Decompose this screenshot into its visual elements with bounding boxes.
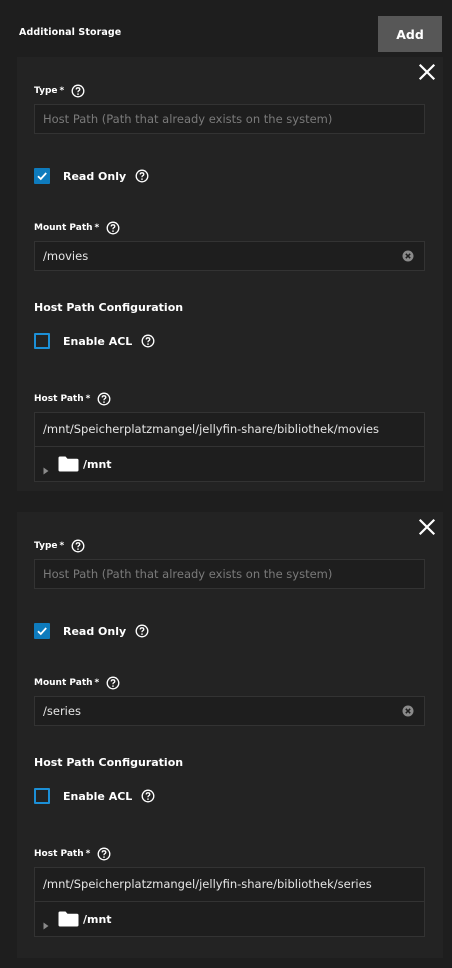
- host-path-config-heading: Host Path Configuration: [34, 756, 184, 769]
- help-icon[interactable]: [97, 392, 111, 406]
- close-icon[interactable]: [417, 62, 437, 82]
- enable-acl-checkbox[interactable]: Enable ACL: [34, 333, 155, 349]
- mount-path-label-row: Mount Path *: [34, 221, 120, 235]
- mount-path-input[interactable]: /series: [34, 696, 425, 726]
- help-icon[interactable]: [141, 789, 155, 803]
- required-marker: *: [59, 541, 65, 551]
- check-icon: [37, 627, 47, 636]
- help-icon[interactable]: [97, 847, 111, 861]
- help-icon[interactable]: [71, 539, 85, 553]
- help-icon[interactable]: [135, 624, 149, 638]
- enable-acl-label: Enable ACL: [63, 789, 133, 803]
- type-label: Type: [34, 86, 58, 96]
- help-icon[interactable]: [106, 676, 120, 690]
- host-path-label-row: Host Path *: [34, 392, 111, 406]
- read-only-checkbox[interactable]: Read Only: [34, 168, 149, 184]
- required-marker: *: [85, 394, 91, 404]
- help-icon[interactable]: [135, 169, 149, 183]
- section-title: Additional Storage: [19, 27, 122, 38]
- clear-icon[interactable]: [402, 250, 414, 262]
- host-path-label: Host Path: [34, 394, 84, 404]
- required-marker: *: [59, 86, 65, 96]
- checkbox-checked[interactable]: [34, 168, 50, 184]
- triangle-right-icon[interactable]: [42, 915, 50, 930]
- checkbox-checked[interactable]: [34, 623, 50, 639]
- help-icon[interactable]: [71, 84, 85, 98]
- tree-node-label: /mnt: [83, 457, 112, 471]
- folder-icon: [58, 456, 79, 472]
- mount-path-label: Mount Path: [34, 223, 93, 233]
- check-icon: [37, 172, 47, 181]
- read-only-checkbox[interactable]: Read Only: [34, 623, 149, 639]
- help-icon[interactable]: [106, 221, 120, 235]
- mount-path-input[interactable]: /movies: [34, 241, 425, 271]
- read-only-label: Read Only: [63, 169, 127, 183]
- required-marker: *: [94, 223, 100, 233]
- host-path-explorer: /mnt/Speicherplatzmangel/jellyfin-share/…: [34, 867, 425, 937]
- tree-node-mnt[interactable]: /mnt: [35, 447, 424, 481]
- read-only-label: Read Only: [63, 624, 127, 638]
- triangle-right-icon[interactable]: [42, 460, 50, 475]
- required-marker: *: [85, 849, 91, 859]
- required-marker: *: [94, 678, 100, 688]
- storage-card: Type * Host Path (Path that already exis…: [17, 512, 443, 958]
- mount-path-value: /movies: [43, 249, 89, 263]
- tree-node-mnt[interactable]: /mnt: [35, 902, 424, 936]
- mount-path-label: Mount Path: [34, 678, 93, 688]
- checkbox-unchecked[interactable]: [34, 333, 50, 349]
- tree-node-label: /mnt: [83, 912, 112, 926]
- host-path-label: Host Path: [34, 849, 84, 859]
- add-button[interactable]: Add: [378, 16, 442, 52]
- close-icon[interactable]: [417, 517, 437, 537]
- type-label: Type: [34, 541, 58, 551]
- storage-card: Type * Host Path (Path that already exis…: [17, 57, 443, 491]
- type-field: Host Path (Path that already exists on t…: [34, 104, 425, 134]
- host-path-input[interactable]: /mnt/Speicherplatzmangel/jellyfin-share/…: [43, 413, 379, 446]
- mount-path-value: /series: [43, 704, 81, 718]
- enable-acl-checkbox[interactable]: Enable ACL: [34, 788, 155, 804]
- host-path-label-row: Host Path *: [34, 847, 111, 861]
- checkbox-unchecked[interactable]: [34, 788, 50, 804]
- host-path-explorer: /mnt/Speicherplatzmangel/jellyfin-share/…: [34, 412, 425, 482]
- folder-icon: [58, 911, 79, 927]
- clear-icon[interactable]: [402, 705, 414, 717]
- type-label-row: Type *: [34, 539, 85, 553]
- host-path-input[interactable]: /mnt/Speicherplatzmangel/jellyfin-share/…: [43, 868, 372, 901]
- help-icon[interactable]: [141, 334, 155, 348]
- type-field: Host Path (Path that already exists on t…: [34, 559, 425, 589]
- host-path-config-heading: Host Path Configuration: [34, 301, 184, 314]
- type-label-row: Type *: [34, 84, 85, 98]
- mount-path-label-row: Mount Path *: [34, 676, 120, 690]
- enable-acl-label: Enable ACL: [63, 334, 133, 348]
- additional-storage-header: Additional Storage Add: [0, 0, 452, 56]
